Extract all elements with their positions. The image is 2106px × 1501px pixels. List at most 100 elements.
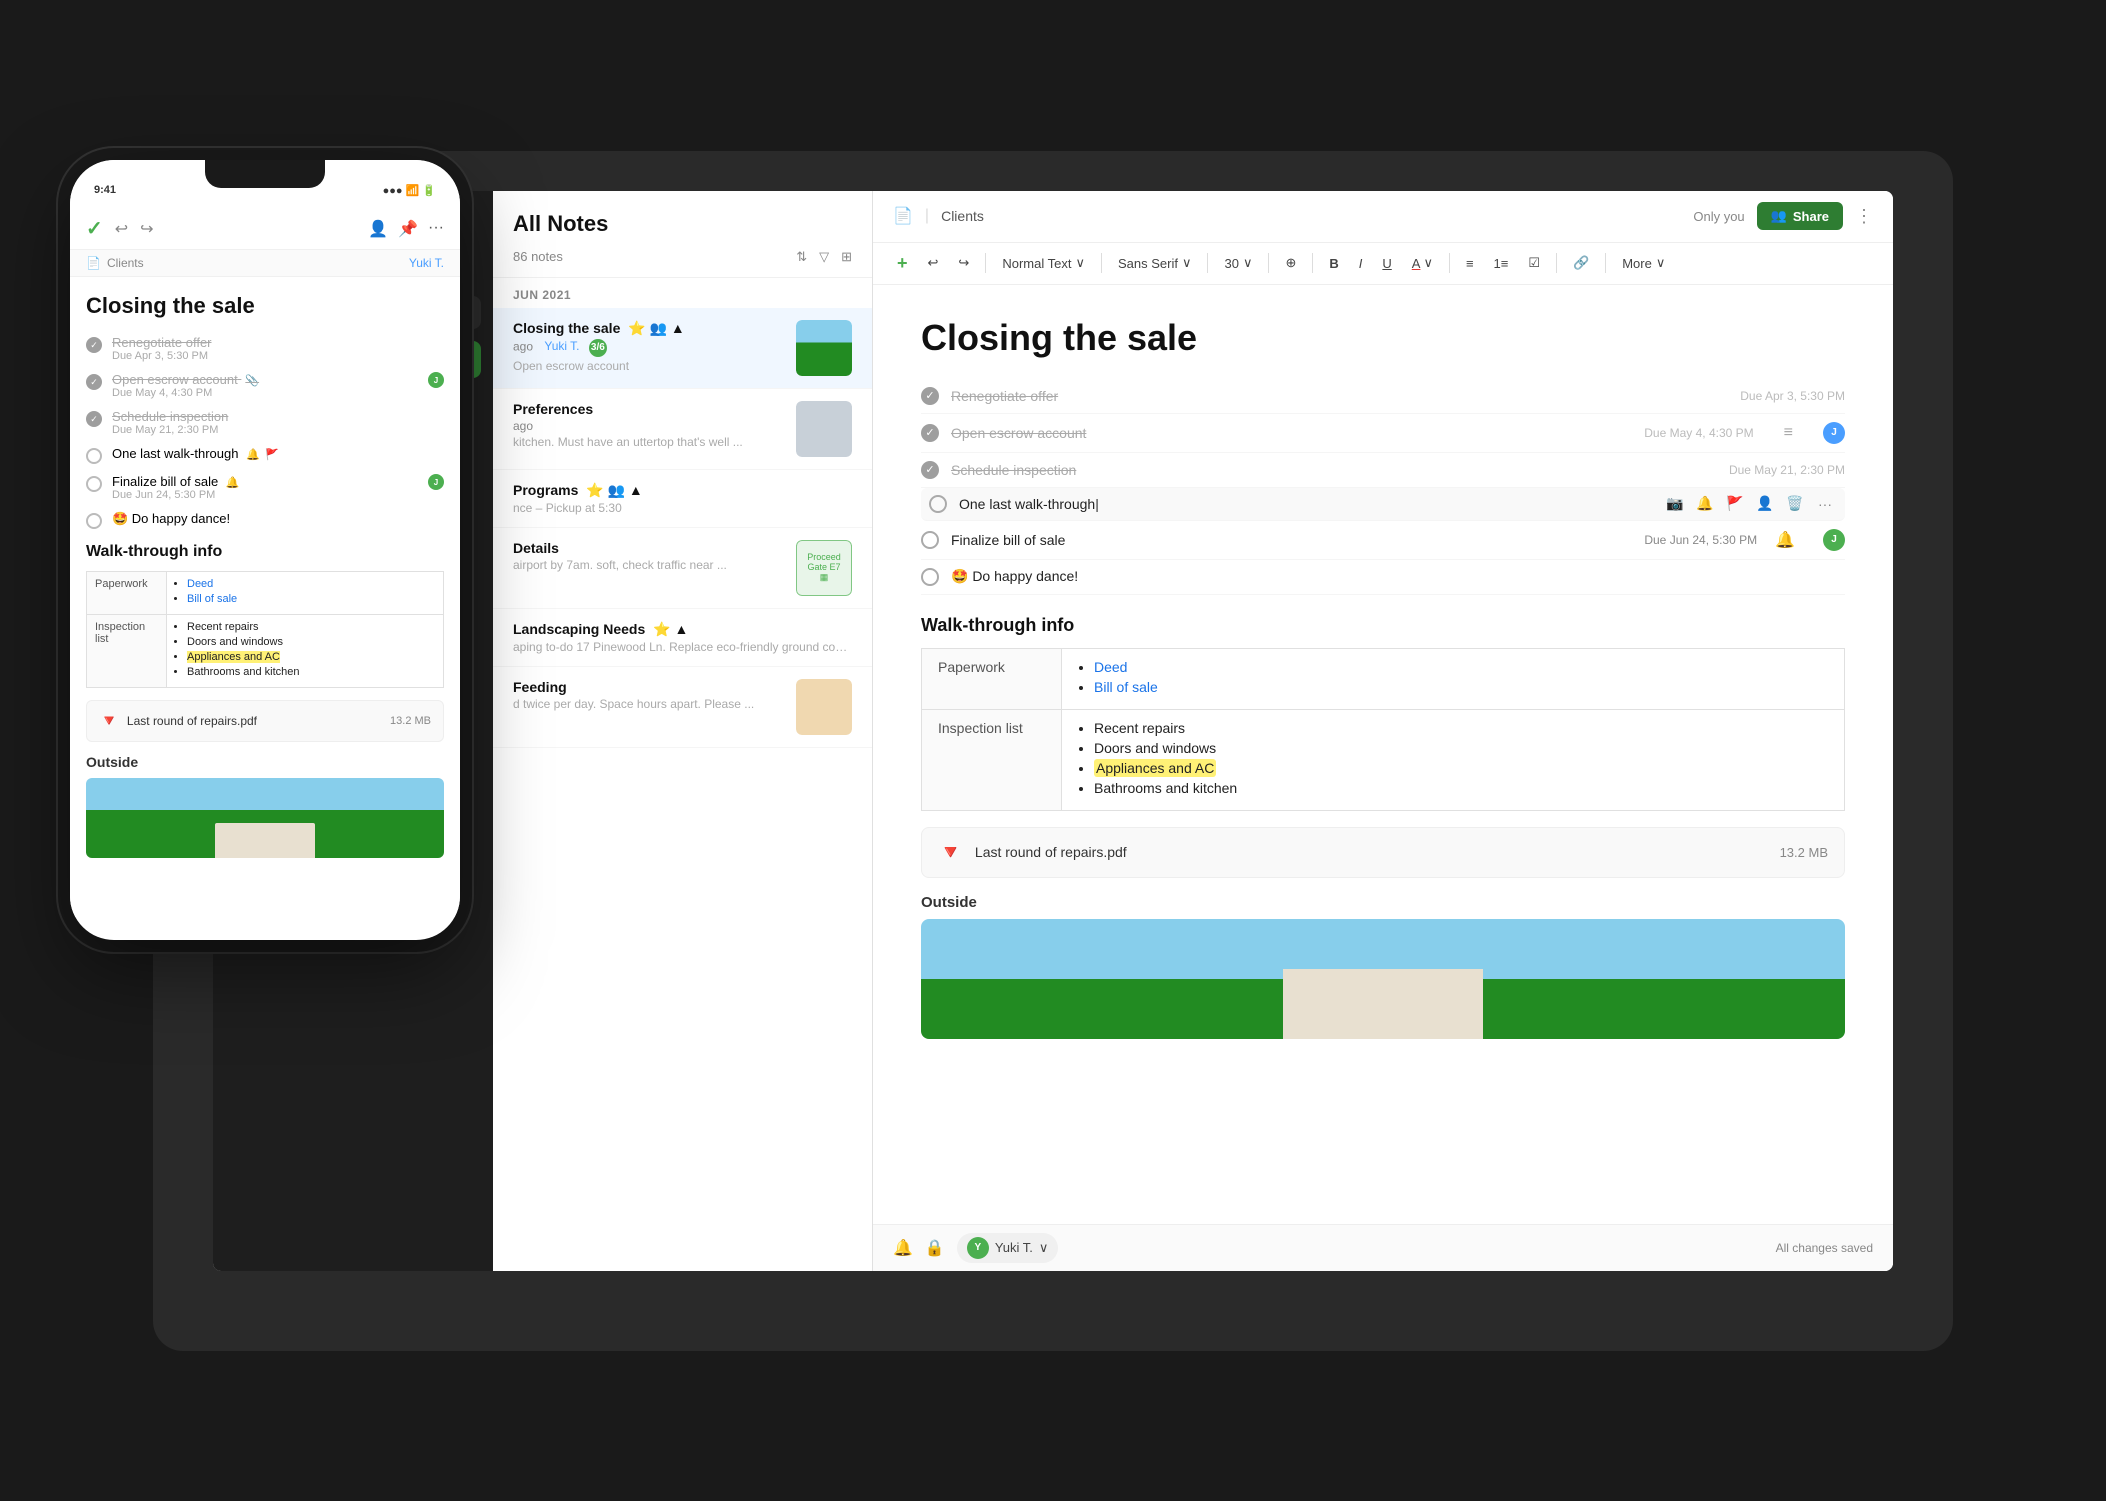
outside-title: Outside xyxy=(86,754,444,770)
font-size-label: 30 xyxy=(1224,256,1238,271)
lock-footer-icon[interactable]: 🔒 xyxy=(925,1238,945,1258)
underline-button[interactable]: U xyxy=(1374,252,1399,275)
add-button[interactable]: + xyxy=(889,249,916,278)
note-item-feeding[interactable]: Feeding d twice per day. Space hours apa… xyxy=(493,667,872,748)
bold-button[interactable]: B xyxy=(1321,252,1346,275)
more-icon[interactable]: ··· xyxy=(1813,492,1837,516)
task-title: Finalize bill of sale 🔔 xyxy=(112,474,418,489)
share-button[interactable]: 👥 Share xyxy=(1757,202,1843,230)
editor-content: Closing the sale ✓ Renegotiate offer Due… xyxy=(873,285,1893,1224)
sort-icon[interactable]: ▽ xyxy=(819,249,829,265)
sep xyxy=(1268,253,1269,273)
numbered-list-button[interactable]: 1≡ xyxy=(1486,252,1517,275)
note-content: Details airport by 7am. soft, check traf… xyxy=(513,540,784,596)
note-item-programs[interactable]: Programs ⭐ 👥 ▲ nce – Pickup at 5:30 xyxy=(493,470,872,528)
attachment-row[interactable]: 🔻 Last round of repairs.pdf 13.2 MB xyxy=(921,827,1845,878)
task-due: Due Jun 24, 5:30 PM xyxy=(1644,533,1757,547)
bill-of-sale-link[interactable]: Bill of sale xyxy=(1094,679,1158,695)
task-text: Finalize bill of sale xyxy=(951,532,1632,548)
deed-link[interactable]: Deed xyxy=(187,578,213,590)
task-check-done[interactable]: ✓ xyxy=(86,337,102,353)
note-content: Feeding d twice per day. Space hours apa… xyxy=(513,679,784,735)
undo-icon[interactable]: ↩ xyxy=(115,219,128,239)
phone-attachment[interactable]: 🔻 Last round of repairs.pdf 13.2 MB xyxy=(86,700,444,742)
task-check-done[interactable]: ✓ xyxy=(86,374,102,390)
grid-icon[interactable]: ⊞ xyxy=(841,249,852,265)
italic-button[interactable]: I xyxy=(1351,252,1371,275)
person-icon[interactable]: 👤 xyxy=(368,219,388,239)
undo-icon: ↩ xyxy=(928,255,939,271)
task-text-done: Open escrow account xyxy=(951,425,1632,441)
table-cell: Recent repairs Doors and windows Applian… xyxy=(167,615,444,688)
phone-info-table: Paperwork Deed Bill of sale Inspection l… xyxy=(86,571,444,688)
house-shape xyxy=(1283,969,1483,1039)
font-dropdown[interactable]: Sans Serif ∨ xyxy=(1110,251,1200,275)
task-check-done-icon[interactable]: ✓ xyxy=(921,424,939,442)
share-icon: 👥 xyxy=(1771,208,1787,224)
notes-list-panel: All Notes 86 notes ⇅ ▽ ⊞ JUN 2021 Closin… xyxy=(493,191,873,1271)
task-row: 🤩 Do happy dance! xyxy=(921,560,1845,595)
bell-icon[interactable]: 🔔 xyxy=(1693,492,1717,516)
task-meta: Due Jun 24, 5:30 PM xyxy=(112,489,418,501)
list-item: Doors and windows xyxy=(1094,740,1828,756)
task-row-editing[interactable]: One last walk-through 📷 🔔 🚩 👤 🗑️ ··· xyxy=(921,488,1845,521)
person-icon[interactable]: 👤 xyxy=(1753,492,1777,516)
note-item-closing-sale[interactable]: Closing the sale ⭐ 👥 ▲ ago Yuki T. 3/6 O… xyxy=(493,308,872,389)
task-check-done[interactable]: ✓ xyxy=(86,411,102,427)
insert-button[interactable]: ⊕ xyxy=(1277,251,1304,275)
more-options-icon[interactable]: ⋮ xyxy=(1855,206,1873,227)
task-row: ✓ Schedule inspection Due May 21, 2:30 P… xyxy=(921,453,1845,488)
undo-button[interactable]: ↩ xyxy=(920,251,947,275)
more-icon[interactable]: ··· xyxy=(428,219,444,239)
note-meta: ago xyxy=(513,419,784,433)
table-row: Inspection list Recent repairs Doors and… xyxy=(922,709,1845,810)
note-item-preferences[interactable]: Preferences ago kitchen. Must have an ut… xyxy=(493,389,872,470)
attachment-size: 13.2 MB xyxy=(1780,845,1828,860)
task-check-open[interactable] xyxy=(921,568,939,586)
task-check-open[interactable] xyxy=(86,513,102,529)
task-check-open[interactable] xyxy=(86,448,102,464)
user-pill[interactable]: Y Yuki T. ∨ xyxy=(957,1233,1059,1263)
note-preview: d twice per day. Space hours apart. Plea… xyxy=(513,697,784,711)
bill-of-sale-link[interactable]: Bill of sale xyxy=(187,593,237,605)
flag-icon[interactable]: 🚩 xyxy=(1723,492,1747,516)
note-thumb xyxy=(796,401,852,457)
link-button[interactable]: 🔗 xyxy=(1565,251,1597,275)
filter-icon[interactable]: ⇅ xyxy=(796,249,807,265)
task-action-icons: 📷 🔔 🚩 👤 🗑️ ··· xyxy=(1663,492,1837,516)
checklist-button[interactable]: ☑ xyxy=(1520,251,1548,275)
task-check-done-icon[interactable]: ✓ xyxy=(921,387,939,405)
check-icon[interactable]: ✓ xyxy=(86,216,103,241)
color-button[interactable]: A ∨ xyxy=(1404,251,1441,275)
highlighted-item: Appliances and AC xyxy=(1094,759,1216,777)
list-item: Doors and windows xyxy=(187,636,435,648)
font-size-dropdown[interactable]: 30 ∨ xyxy=(1216,251,1260,275)
task-title: Renegotiate offer xyxy=(112,335,444,350)
trash-icon[interactable]: 🗑️ xyxy=(1783,492,1807,516)
task-check-open[interactable] xyxy=(929,495,947,513)
bell-footer-icon[interactable]: 🔔 xyxy=(893,1238,913,1258)
task-check-open[interactable] xyxy=(921,531,939,549)
phone-user-tag: Yuki T. xyxy=(409,256,444,270)
redo-button[interactable]: ↪ xyxy=(950,251,977,275)
more-dropdown[interactable]: More ∨ xyxy=(1614,251,1673,275)
task-check-done-icon[interactable]: ✓ xyxy=(921,461,939,479)
note-item-landscaping[interactable]: Landscaping Needs ⭐ ▲ aping to-do 17 Pin… xyxy=(493,609,872,667)
deed-link[interactable]: Deed xyxy=(1094,659,1127,675)
task-due: Due May 21, 2:30 PM xyxy=(1729,463,1845,477)
table-label: Paperwork xyxy=(87,572,167,615)
redo-icon[interactable]: ↪ xyxy=(140,219,153,239)
pin-icon[interactable]: 📌 xyxy=(398,219,418,239)
task-check-open[interactable] xyxy=(86,476,102,492)
bullet-list-button[interactable]: ≡ xyxy=(1458,252,1482,275)
task-text: 🤩 Do happy dance! xyxy=(951,568,1845,585)
phone-toolbar: ✓ ↩ ↪ 👤 📌 ··· xyxy=(70,208,460,250)
outside-section-title: Outside xyxy=(921,894,1845,911)
text-style-dropdown[interactable]: Normal Text ∨ xyxy=(994,251,1093,275)
note-item-details[interactable]: Details airport by 7am. soft, check traf… xyxy=(493,528,872,609)
note-title: Preferences xyxy=(513,401,784,417)
footer-left: 🔔 🔒 Y Yuki T. ∨ xyxy=(893,1233,1058,1263)
phone-task: ✓ Renegotiate offer Due Apr 3, 5:30 PM xyxy=(86,335,444,362)
phone-task: One last walk-through 🔔 🚩 xyxy=(86,446,444,464)
camera-icon[interactable]: 📷 xyxy=(1663,492,1687,516)
